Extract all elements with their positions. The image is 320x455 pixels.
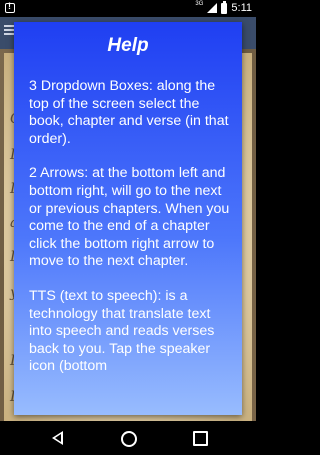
signal-icon (207, 3, 218, 13)
help-paragraph-dropdowns: 3 Dropdown Boxes: along the top of the s… (29, 78, 229, 147)
clock: 5:11 (231, 2, 252, 14)
help-dialog[interactable]: Help 3 Dropdown Boxes: along the top of … (14, 22, 242, 415)
status-icons: 3G 5:11 (195, 0, 252, 14)
home-icon[interactable] (121, 431, 137, 447)
help-paragraph-arrows: 2 Arrows: at the bottom left and bottom … (29, 165, 230, 270)
status-bar: 3G 5:11 (0, 0, 256, 17)
battery-icon (221, 0, 228, 14)
back-icon[interactable] (52, 431, 63, 445)
dialog-title: Help (107, 35, 149, 56)
signal-label: 3G (195, 1, 204, 7)
navigation-bar (0, 421, 256, 455)
recent-apps-icon[interactable] (193, 431, 208, 446)
notification-icon (5, 1, 15, 13)
help-paragraph-tts: TTS (text to speech): is a technology th… (29, 287, 215, 375)
dialog-body[interactable]: 3 Dropdown Boxes: along the top of the s… (29, 78, 234, 393)
